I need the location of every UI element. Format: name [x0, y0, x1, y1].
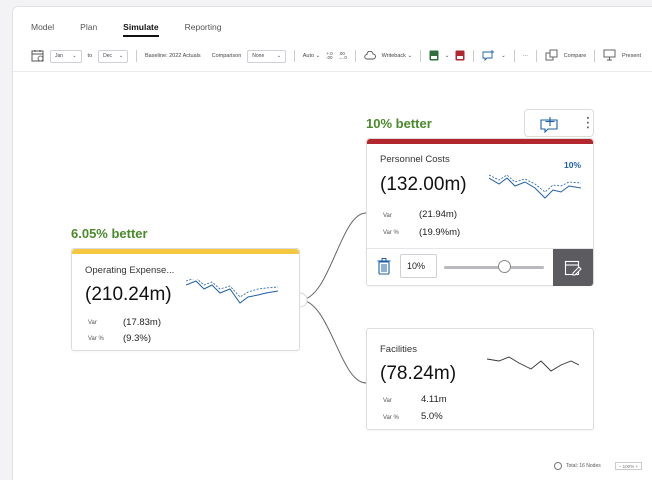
node-status-bar	[367, 139, 593, 144]
canvas-footer: Total: 16 Nodes − 100% +	[554, 462, 643, 470]
node-facilities[interactable]: Facilities (78.24m) Var 4.11m Var % 5.0%	[366, 328, 594, 430]
var-pct-label: Var %	[88, 336, 104, 342]
percent-input[interactable]: 10%	[400, 254, 437, 278]
node-value: (78.24m)	[380, 363, 457, 384]
change-percent-badge: 10%	[564, 160, 582, 170]
var-value: 4.11m	[421, 394, 447, 405]
var-pct-value: 5.0%	[421, 411, 443, 422]
node-name: Operating Expense...	[85, 265, 175, 276]
node-name: Facilities	[380, 344, 417, 355]
node-value: (210.24m)	[85, 284, 172, 305]
operating-better-label: 6.05% better	[71, 226, 148, 241]
var-pct-label: Var %	[383, 230, 399, 236]
sparkline	[489, 174, 581, 199]
node-personnel-costs[interactable]: Personnel Costs 10% (132.00m) Var (21.94…	[366, 138, 594, 286]
zoom-level: 100%	[622, 464, 635, 469]
var-value: (21.94m)	[419, 209, 458, 220]
simulation-edit-row: 10%	[367, 248, 593, 286]
var-label: Var	[383, 398, 392, 404]
node-name: Personnel Costs	[380, 154, 450, 165]
edit-note-button[interactable]	[553, 249, 593, 286]
var-label: Var	[88, 320, 97, 326]
edit-note-icon	[564, 260, 582, 275]
comment-add-icon[interactable]	[539, 115, 563, 138]
var-pct-value: (19.9%m)	[419, 227, 461, 238]
zoom-control[interactable]: − 100% +	[614, 462, 643, 470]
node-status-bar	[72, 249, 299, 254]
var-value: (17.83m)	[123, 317, 162, 328]
node-value: (132.00m)	[380, 174, 467, 195]
node-operating-expense[interactable]: Operating Expense... (210.24m) Var (17.8…	[71, 248, 300, 351]
node-actions-panel: ⋮	[524, 109, 595, 138]
sparkline	[186, 279, 278, 304]
personnel-better-label: 10% better	[366, 116, 432, 131]
total-nodes-label: Total: 16 Nodes	[566, 463, 601, 469]
trash-icon[interactable]	[377, 258, 391, 280]
sparkline	[487, 356, 579, 372]
var-pct-value: (9.3%)	[123, 333, 151, 344]
percent-slider-handle[interactable]	[497, 260, 511, 273]
var-pct-label: Var %	[383, 415, 399, 421]
var-label: Var	[383, 213, 392, 219]
more-vertical-icon[interactable]: ⋮	[581, 113, 595, 131]
percent-slider-track[interactable]	[444, 266, 544, 269]
info-icon	[554, 462, 562, 470]
